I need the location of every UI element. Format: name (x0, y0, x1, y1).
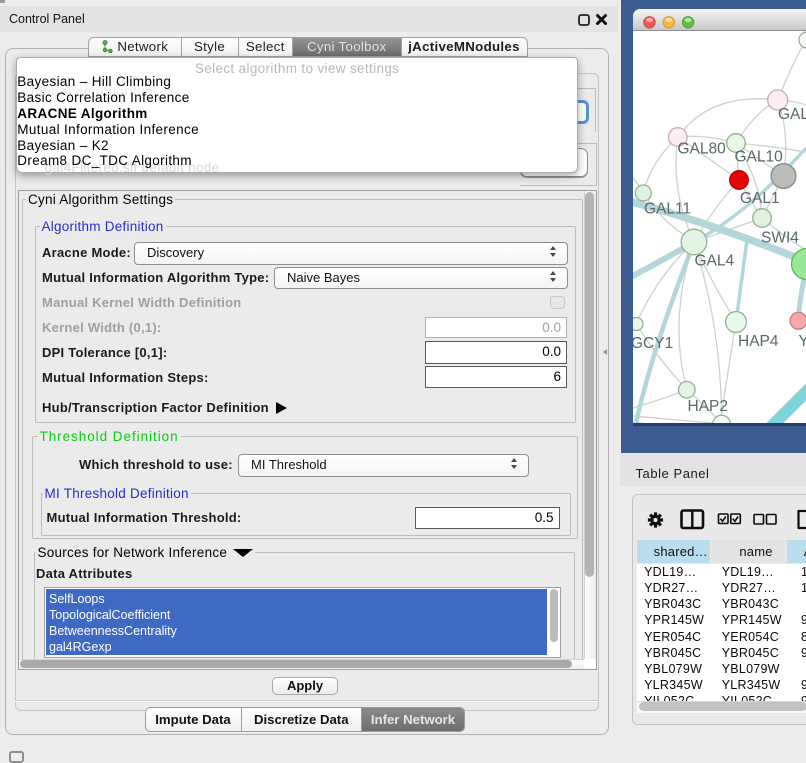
svg-text:HAP4: HAP4 (738, 333, 779, 350)
svg-text:SWI4: SWI4 (761, 230, 799, 247)
svg-text:GCY1: GCY1 (633, 335, 673, 352)
svg-text:HAP2: HAP2 (688, 398, 729, 415)
svg-text:GAL80: GAL80 (678, 141, 727, 158)
svg-text:GAL2: GAL2 (778, 106, 806, 123)
svg-text:GAL4: GAL4 (695, 253, 735, 270)
svg-text:GAL1: GAL1 (740, 190, 780, 207)
svg-text:GAL11: GAL11 (644, 201, 691, 218)
svg-text:YD: YD (799, 333, 806, 350)
svg-text:GAL10: GAL10 (735, 149, 784, 166)
